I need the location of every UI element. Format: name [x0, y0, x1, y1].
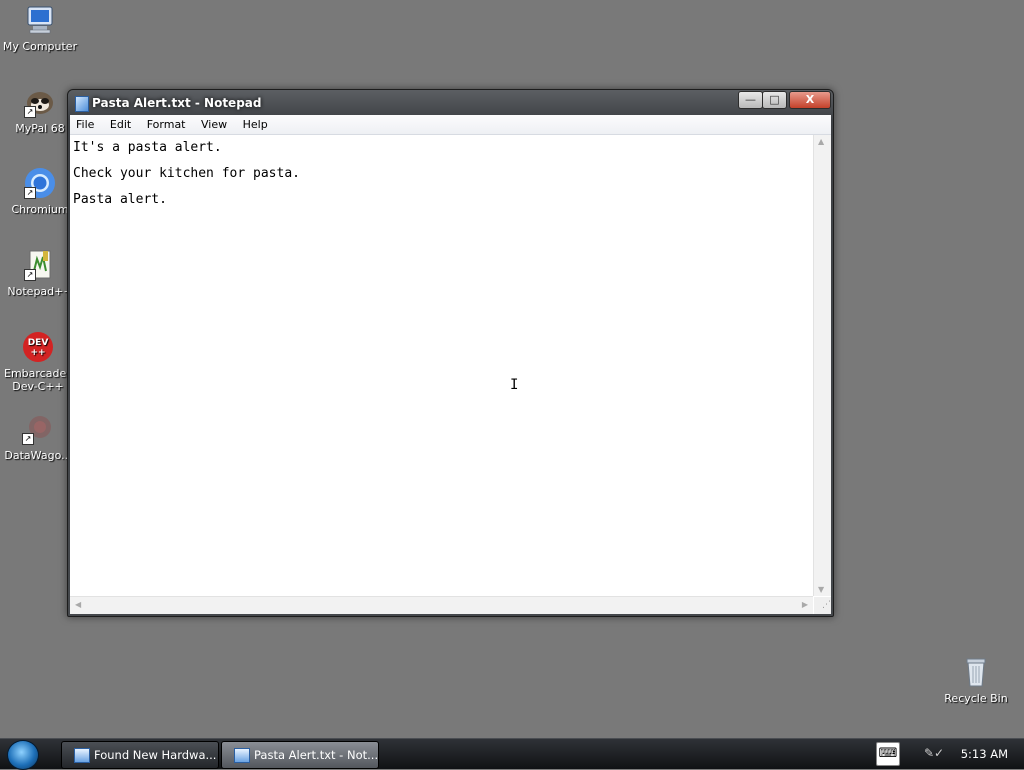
mypal-icon: ↗: [24, 86, 56, 118]
menu-file[interactable]: File: [70, 115, 100, 131]
notepad-window: Pasta Alert.txt - Notepad — □ X File Edi…: [67, 89, 834, 617]
window-icon: [74, 748, 90, 763]
clock[interactable]: 5:13 AM: [961, 747, 1008, 761]
chromium-icon: ↗: [24, 167, 56, 199]
keyboard-icon[interactable]: ⌨: [876, 742, 900, 766]
maximize-button[interactable]: □: [762, 91, 787, 109]
menu-bar: File Edit Format View Help: [70, 115, 831, 135]
menu-view[interactable]: View: [195, 115, 233, 131]
scroll-up-icon[interactable]: ▲: [818, 137, 824, 146]
scroll-right-icon[interactable]: ▶: [802, 600, 808, 609]
shortcut-arrow-icon: ↗: [24, 106, 36, 118]
notepad-icon: [75, 96, 89, 112]
title-bar[interactable]: Pasta Alert.txt - Notepad — □ X: [68, 90, 833, 116]
text-editor[interactable]: It's a pasta alert. Check your kitchen f…: [70, 135, 813, 596]
desktop-icon-my-computer[interactable]: My Computer: [2, 4, 78, 53]
svg-text:++: ++: [30, 348, 45, 358]
desktop-icon-label: My Computer: [2, 40, 78, 53]
shortcut-arrow-icon: ↗: [24, 269, 36, 281]
close-button[interactable]: X: [789, 91, 831, 109]
computer-icon: [24, 4, 56, 36]
desktop: My Computer ↗ MyPal 68 ↗ Chromium ↗ Note…: [0, 0, 1024, 738]
system-tray: ⌨ ✎✓ 5:13 AM: [874, 739, 1024, 769]
minimize-button[interactable]: —: [738, 91, 763, 109]
desktop-icon-devcpp[interactable]: DEV ++ Embarcadero Dev-C++: [0, 331, 78, 393]
start-button[interactable]: [7, 740, 39, 770]
scroll-down-icon[interactable]: ▼: [818, 585, 824, 594]
desktop-icon-datawago[interactable]: ↗ DataWago...: [0, 413, 76, 462]
datawago-icon: ↗: [22, 413, 54, 445]
desktop-icon-label: Embarcadero Dev-C++: [4, 367, 78, 393]
vertical-scrollbar[interactable]: ▲ ▼: [813, 135, 831, 596]
scroll-left-icon[interactable]: ◀: [75, 600, 81, 609]
notepad-icon: [234, 748, 250, 763]
shortcut-arrow-icon: ↗: [22, 433, 34, 445]
menu-edit[interactable]: Edit: [104, 115, 137, 131]
desktop-icon-label: Recycle Bin: [944, 692, 1008, 705]
window-client: File Edit Format View Help It's a pasta …: [70, 115, 831, 614]
devcpp-icon: DEV ++: [22, 331, 54, 363]
notepadpp-icon: ↗: [24, 249, 56, 281]
text-cursor-icon: I: [510, 377, 519, 393]
window-title: Pasta Alert.txt - Notepad: [92, 96, 262, 110]
taskbar-button-hardware[interactable]: Found New Hardwa...: [61, 741, 219, 769]
desktop-icon-recycle-bin[interactable]: Recycle Bin: [938, 656, 1014, 705]
menu-help[interactable]: Help: [237, 115, 274, 131]
recycle-bin-icon: [960, 656, 992, 688]
resize-grip-icon[interactable]: ⋰: [814, 597, 831, 614]
shortcut-arrow-icon: ↗: [24, 187, 36, 199]
taskbar: Found New Hardwa... Pasta Alert.txt - No…: [0, 738, 1024, 770]
horizontal-scrollbar[interactable]: ◀ ▶: [70, 596, 813, 614]
svg-text:DEV: DEV: [28, 338, 49, 348]
menu-format[interactable]: Format: [141, 115, 192, 131]
taskbar-button-notepad[interactable]: Pasta Alert.txt - Not...: [221, 741, 379, 769]
desktop-icon-label: DataWago...: [4, 449, 72, 462]
network-icon[interactable]: ✎✓: [924, 746, 944, 760]
